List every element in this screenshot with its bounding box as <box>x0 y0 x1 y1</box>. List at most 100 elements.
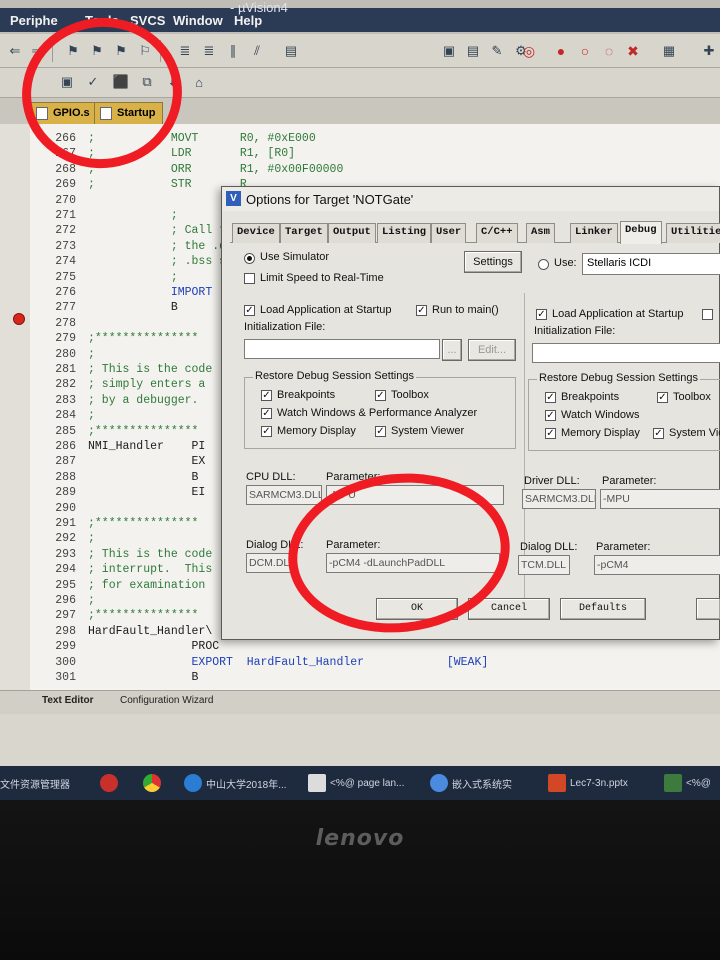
breakpoint-disable-icon[interactable]: ○ <box>576 42 594 60</box>
tab-device[interactable]: Device <box>232 223 280 243</box>
run-to-main-checkbox[interactable]: ✓ <box>416 305 427 316</box>
code-text: ; for examination <box>88 578 206 592</box>
search-icon[interactable]: ◎ <box>520 42 538 60</box>
tab-debug[interactable]: Debug <box>620 221 662 244</box>
right-memory-display-label: Memory Display <box>561 427 640 439</box>
line-number: 277 <box>55 301 76 315</box>
tab-user[interactable]: User <box>431 223 467 243</box>
file-icon[interactable]: ▤ <box>464 42 482 60</box>
code-text: ; <box>88 532 95 546</box>
right-breakpoints-checkbox[interactable]: ✓ <box>545 392 556 403</box>
code-text: ; .bss sec <box>88 255 240 269</box>
right-dialog-param-field[interactable]: -pCM4 <box>594 555 720 575</box>
line-number: 282 <box>55 378 76 392</box>
debugger-select[interactable]: Stellaris ICDI <box>582 253 720 275</box>
tab-utilities[interactable]: Utilities <box>666 223 720 243</box>
tab-asm[interactable]: Asm <box>526 223 555 243</box>
taskbar-item-netease[interactable] <box>100 771 118 795</box>
uncomment-icon[interactable]: ⫽ <box>248 42 266 60</box>
dialog-tabs: Device Target Output Listing User C/C++ … <box>230 221 720 244</box>
tab-text-editor[interactable]: Text Editor <box>42 695 93 706</box>
back-icon[interactable]: ⇐ <box>6 42 24 60</box>
limit-speed-checkbox[interactable] <box>244 273 255 284</box>
code-line[interactable]: 300 EXPORT HardFault_Handler [WEAK] <box>0 656 720 671</box>
right-load-app-checkbox[interactable]: ✓ <box>536 309 547 320</box>
use-simulator-label: Use Simulator <box>260 251 330 263</box>
taskbar-item-pptx[interactable]: Lec7-3n.pptx <box>548 771 628 795</box>
line-number: 281 <box>55 363 76 376</box>
line-number: 300 <box>55 655 76 669</box>
use-debugger-radio[interactable] <box>538 259 549 270</box>
breakpoint-icon[interactable]: ● <box>552 42 570 60</box>
defaults-button[interactable]: Defaults <box>560 598 646 620</box>
use-simulator-radio[interactable] <box>244 253 255 264</box>
open-file-icon[interactable]: ▤ <box>282 42 300 60</box>
breakpoints-label: Breakpoints <box>277 389 336 401</box>
taskbar-item-browser[interactable]: 中山大学2018年... <box>184 771 287 795</box>
dialog-dll-field[interactable]: DCM.DLL <box>246 553 292 573</box>
tools-icon[interactable]: ✎ <box>488 42 506 60</box>
breakpoint-disable-all-icon[interactable]: ◌ <box>600 42 618 60</box>
right-dialog-dll-field[interactable]: TCM.DLL <box>518 555 570 575</box>
browse-button[interactable]: ... <box>442 339 462 361</box>
breakpoints-checkbox[interactable]: ✓ <box>261 390 272 401</box>
toolbox-checkbox[interactable]: ✓ <box>375 390 386 401</box>
taskbar-item-jsp[interactable]: <%@ page lan... <box>308 771 404 795</box>
driver-dll-field[interactable]: SARMCM3.DLL <box>522 489 596 509</box>
tab-c-cpp[interactable]: C/C++ <box>476 223 518 243</box>
tab-output[interactable]: Output <box>328 223 376 243</box>
init-file-input[interactable] <box>244 339 440 359</box>
manage-icon[interactable]: ⌂ <box>190 73 208 91</box>
line-number: 285 <box>55 424 76 438</box>
code-text: EI <box>88 486 206 500</box>
memory-display-checkbox[interactable]: ✓ <box>261 426 272 437</box>
keil-icon: V <box>226 191 241 206</box>
code-text: ; interrupt. This <box>88 563 213 577</box>
menu-help[interactable]: Help <box>234 13 262 28</box>
taskbar-item-lesson[interactable]: 嵌入式系统实 <box>430 771 512 795</box>
line-number: 298 <box>55 624 76 638</box>
taskbar-label: <%@ page lan... <box>330 777 405 789</box>
window-layout-icon[interactable]: ▦ <box>660 42 678 60</box>
output-pane <box>0 714 720 770</box>
watch-windows-checkbox[interactable]: ✓ <box>261 408 272 419</box>
indent-icon[interactable]: ≣ <box>176 42 194 60</box>
tab-configuration-wizard[interactable]: Configuration Wizard <box>120 695 213 706</box>
code-text: ; <box>88 270 178 284</box>
right-init-file-label: Initialization File: <box>534 325 616 337</box>
taskbar-item-page[interactable]: <%@ <box>664 771 711 795</box>
system-viewer-checkbox[interactable]: ✓ <box>375 426 386 437</box>
help-button[interactable] <box>696 598 720 620</box>
code-line[interactable]: 299 PROC <box>0 640 720 655</box>
line-number: 278 <box>55 316 76 330</box>
code-text: ; <box>88 209 178 222</box>
driver-param-field[interactable]: -MPU <box>600 489 720 509</box>
dialog-titlebar[interactable]: V Options for Target 'NOTGate' <box>222 187 719 211</box>
menu-window[interactable]: Window <box>173 13 223 28</box>
right-watch-windows-checkbox[interactable]: ✓ <box>545 410 556 421</box>
settings-icon[interactable]: ✚ <box>700 42 718 60</box>
right-toolbox-checkbox[interactable]: ✓ <box>657 392 668 403</box>
memory-display-label: Memory Display <box>277 425 356 437</box>
line-number: 280 <box>55 347 76 361</box>
comment-icon[interactable]: ∥ <box>224 42 242 60</box>
load-app-checkbox[interactable]: ✓ <box>244 305 255 316</box>
code-text: ;*************** <box>88 424 199 438</box>
right-system-viewer-checkbox[interactable]: ✓ <box>653 428 664 439</box>
right-run-to-main-checkbox[interactable] <box>702 309 713 320</box>
edit-button[interactable]: Edit... <box>468 339 516 361</box>
tab-target[interactable]: Target <box>280 223 328 243</box>
taskbar-item-chrome[interactable] <box>143 771 161 795</box>
cpu-dll-field[interactable]: SARMCM3.DLL <box>246 485 322 505</box>
unindent-icon[interactable]: ≣ <box>200 42 218 60</box>
right-memory-display-checkbox[interactable]: ✓ <box>545 428 556 439</box>
tab-linker[interactable]: Linker <box>570 223 618 243</box>
right-init-file-input[interactable] <box>532 343 720 363</box>
view-icon[interactable]: ▣ <box>440 42 458 60</box>
settings-button[interactable]: Settings <box>464 251 522 273</box>
code-line[interactable]: 301 B <box>0 671 720 686</box>
taskbar-item-explorer[interactable]: 文件资源管理器 <box>0 771 70 795</box>
breakpoint-kill-icon[interactable]: ✖ <box>624 42 642 60</box>
menu-peripherals[interactable]: Periphe <box>10 13 58 28</box>
tab-listing[interactable]: Listing <box>377 223 432 243</box>
